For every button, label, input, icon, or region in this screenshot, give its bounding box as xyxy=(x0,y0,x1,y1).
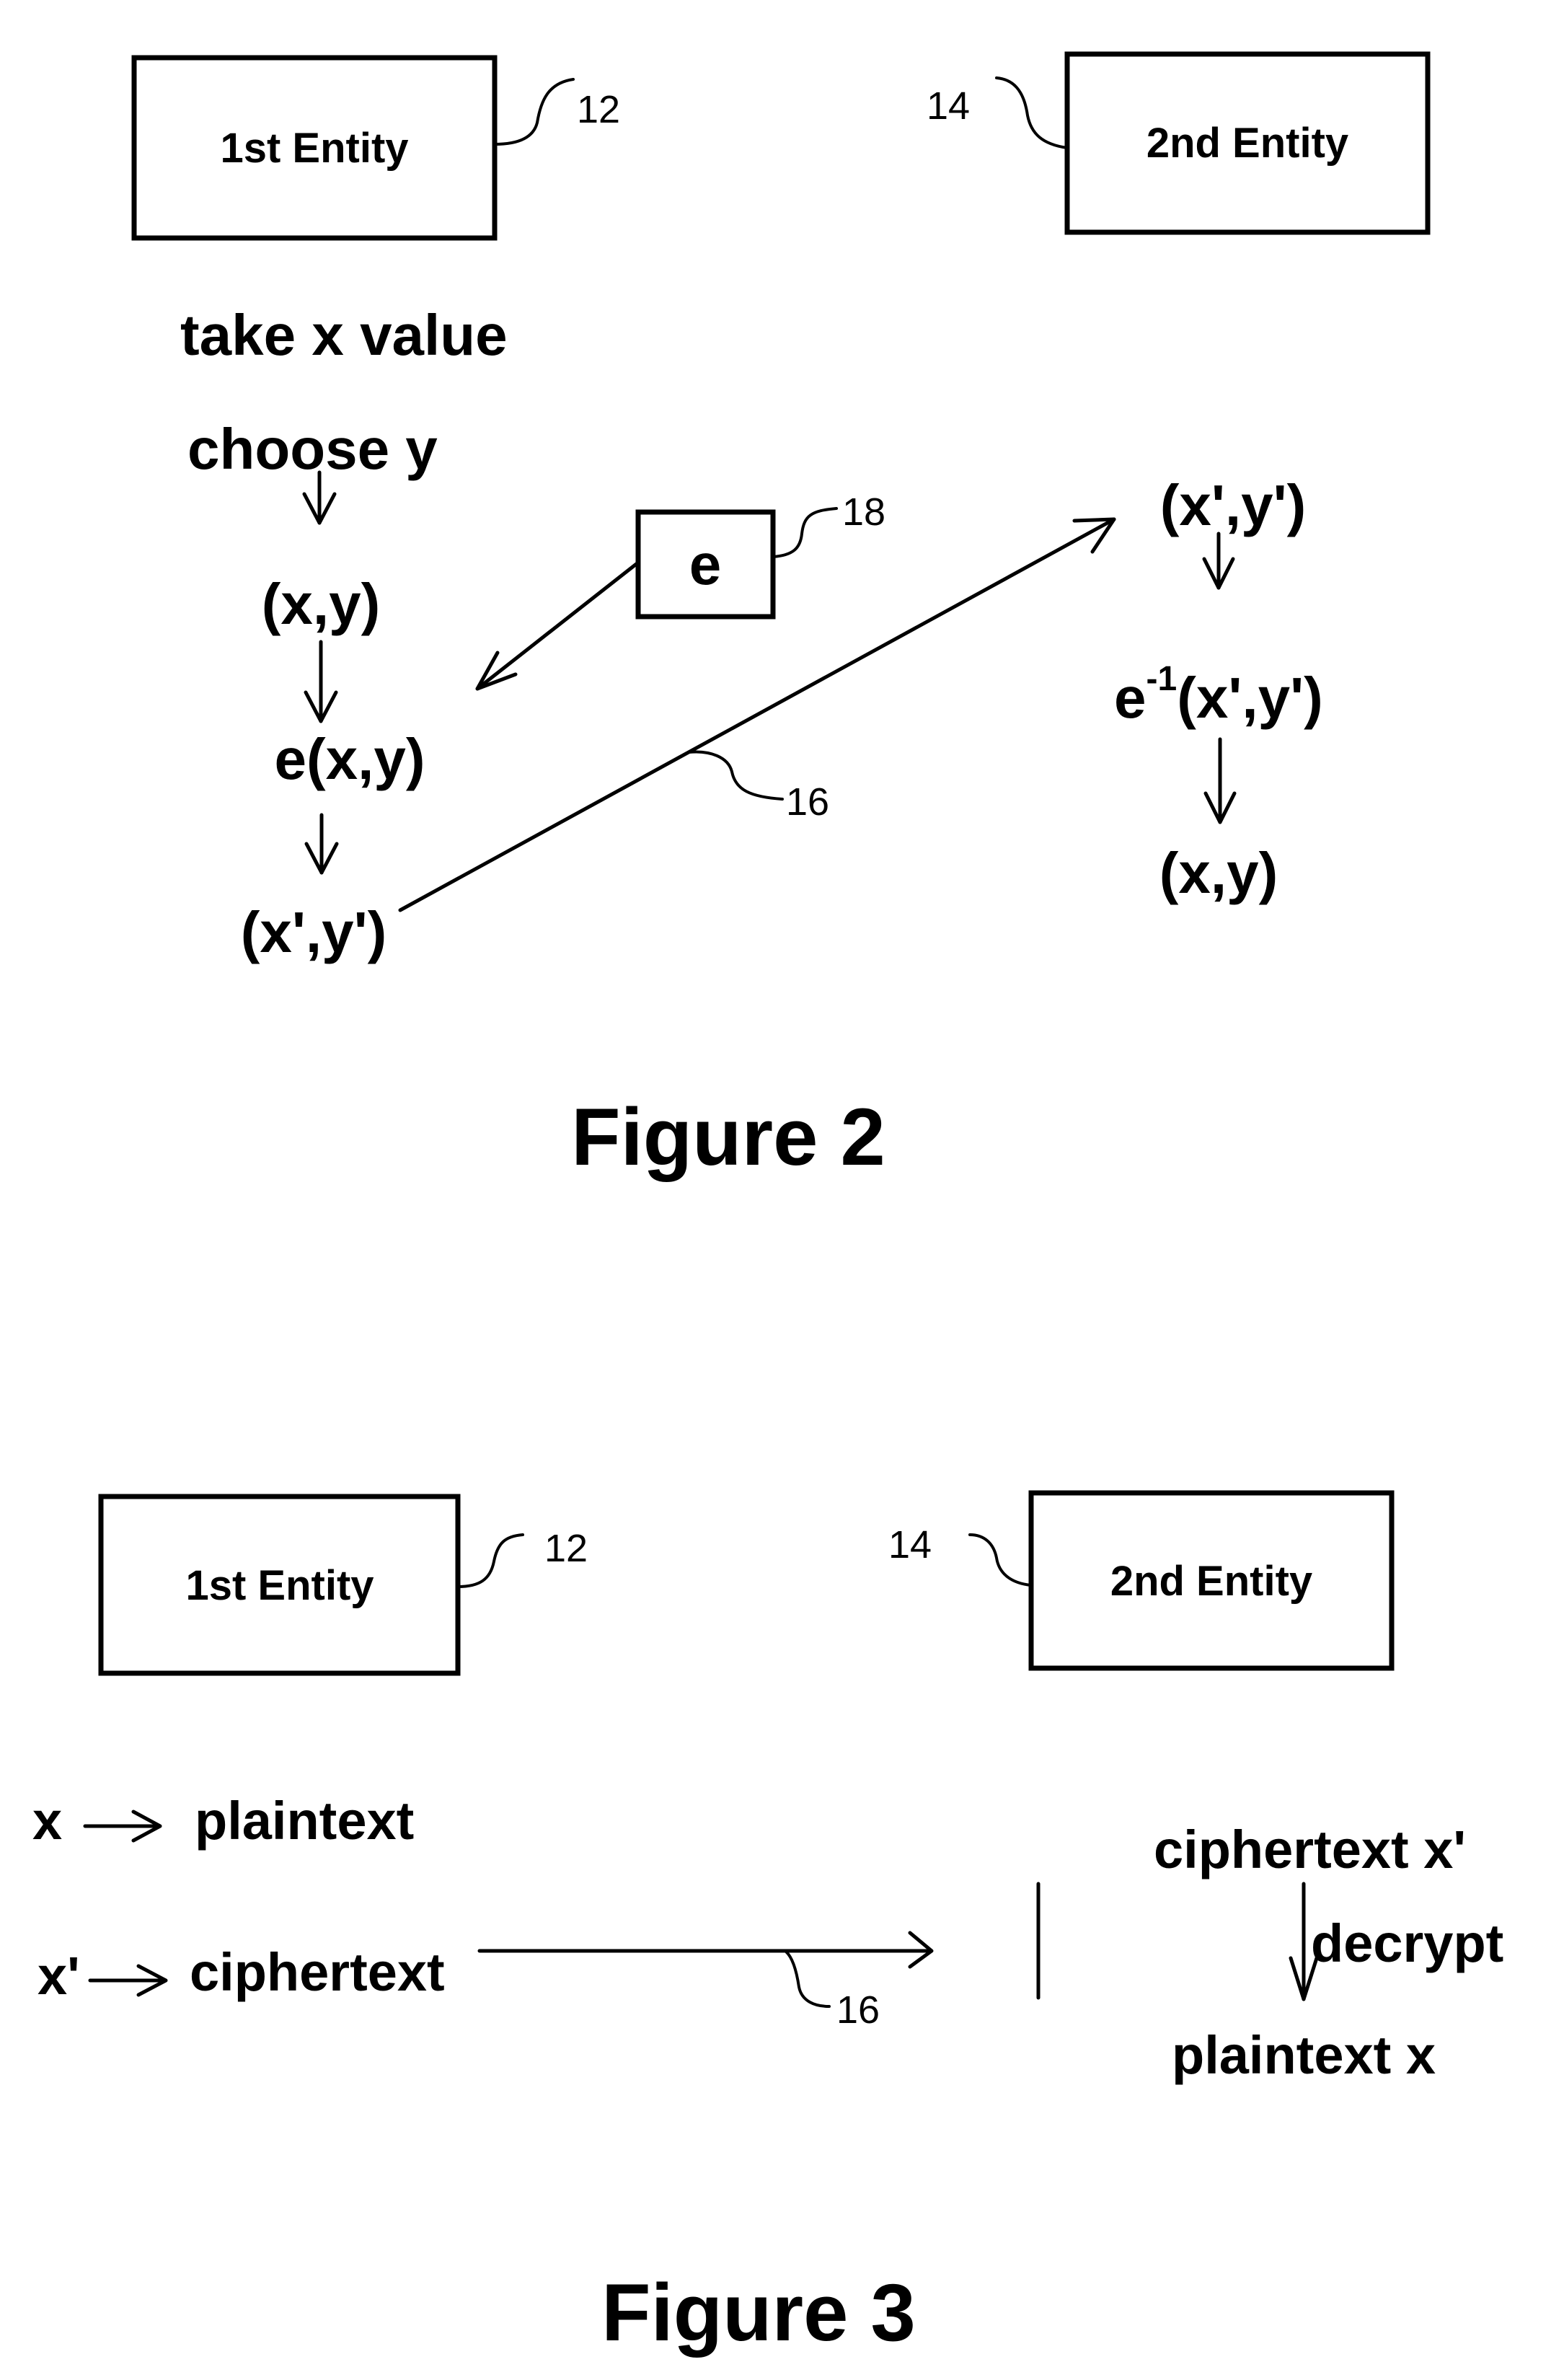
figure-2: 1st Entity 12 2nd Entity 14 take x value… xyxy=(131,51,1431,1182)
second-entity-block: 2nd Entity 14 xyxy=(888,1490,1395,1671)
mapping-symbol: x' xyxy=(37,1946,80,2006)
received-ciphertext-pair: (x',y') xyxy=(1160,473,1307,537)
decrypt-function-args: (x',y') xyxy=(1177,666,1323,730)
second-entity-label: 2nd Entity xyxy=(1110,1558,1312,1605)
first-entity-block: 1st Entity 12 xyxy=(131,55,620,241)
ref-leader-14 xyxy=(995,76,1069,149)
step-xy: (x,y) xyxy=(262,572,381,636)
ref-numeral-16: 16 xyxy=(786,780,829,824)
ref-leader-16 xyxy=(785,1950,831,2008)
ref-leader-14 xyxy=(968,1533,1033,1587)
first-entity-block: 1st Entity 12 xyxy=(98,1494,588,1676)
encryption-function-block: e 18 xyxy=(475,490,885,691)
ref-numeral-14: 14 xyxy=(927,84,970,128)
encryption-function-label: e xyxy=(689,532,722,596)
decryption-step: e-1(x',y') xyxy=(1114,660,1323,730)
step-choose-y: choose y xyxy=(187,417,438,481)
down-arrow-icon xyxy=(1203,737,1237,824)
step-take-x-value: take x value xyxy=(180,303,508,367)
recovered-plaintext: plaintext x xyxy=(1172,2025,1436,2085)
figure-2-caption: Figure 2 xyxy=(571,1092,885,1182)
mapping-meaning: plaintext xyxy=(195,1791,414,1851)
received-ciphertext: ciphertext x' xyxy=(1154,1820,1466,1879)
second-entity-block: 2nd Entity 14 xyxy=(927,51,1431,235)
down-arrow-icon xyxy=(304,813,339,875)
decrypt-function-exponent: -1 xyxy=(1147,660,1178,698)
mapping-symbol: x xyxy=(32,1791,62,1851)
figure-3: 1st Entity 12 2nd Entity 14 x plaintext … xyxy=(32,1490,1503,2358)
ref-leader-16 xyxy=(687,750,784,801)
transmission-channel: 16 xyxy=(477,1931,934,2032)
decrypt-function-base: e xyxy=(1114,666,1147,730)
recovered-pair: (x,y) xyxy=(1159,841,1278,905)
mapping-row-ciphertext: x' ciphertext xyxy=(37,1942,445,2006)
ref-leader-18 xyxy=(772,507,838,558)
second-entity-label: 2nd Entity xyxy=(1147,120,1348,167)
right-arrow-icon xyxy=(83,1810,162,1843)
right-arrow-icon xyxy=(88,1964,168,1997)
ref-leader-12 xyxy=(493,78,575,146)
ref-leader-12 xyxy=(456,1533,524,1588)
mapping-row-plaintext: x plaintext xyxy=(32,1791,414,1851)
decrypt-action-label: decrypt xyxy=(1311,1913,1503,1973)
ref-numeral-18: 18 xyxy=(842,490,885,534)
step-encrypted-xy: e(x,y) xyxy=(275,727,425,791)
down-arrow-icon xyxy=(1202,532,1235,590)
ref-numeral-14: 14 xyxy=(888,1523,932,1566)
ref-numeral-12: 12 xyxy=(577,88,620,131)
first-entity-label: 1st Entity xyxy=(220,125,408,172)
decryption-expression: e-1(x',y') xyxy=(1114,660,1323,730)
down-arrow-icon xyxy=(304,640,338,723)
ref-numeral-16: 16 xyxy=(836,1988,880,2032)
apply-arrow-icon xyxy=(475,560,640,691)
figure-3-caption: Figure 3 xyxy=(601,2267,916,2358)
mapping-meaning: ciphertext xyxy=(190,1942,445,2002)
step-ciphertext-pair: (x',y') xyxy=(241,900,387,964)
first-entity-label: 1st Entity xyxy=(185,1562,374,1609)
ref-numeral-12: 12 xyxy=(544,1527,588,1570)
patent-drawing-sheet: 1st Entity 12 2nd Entity 14 take x value… xyxy=(32,51,1503,2358)
